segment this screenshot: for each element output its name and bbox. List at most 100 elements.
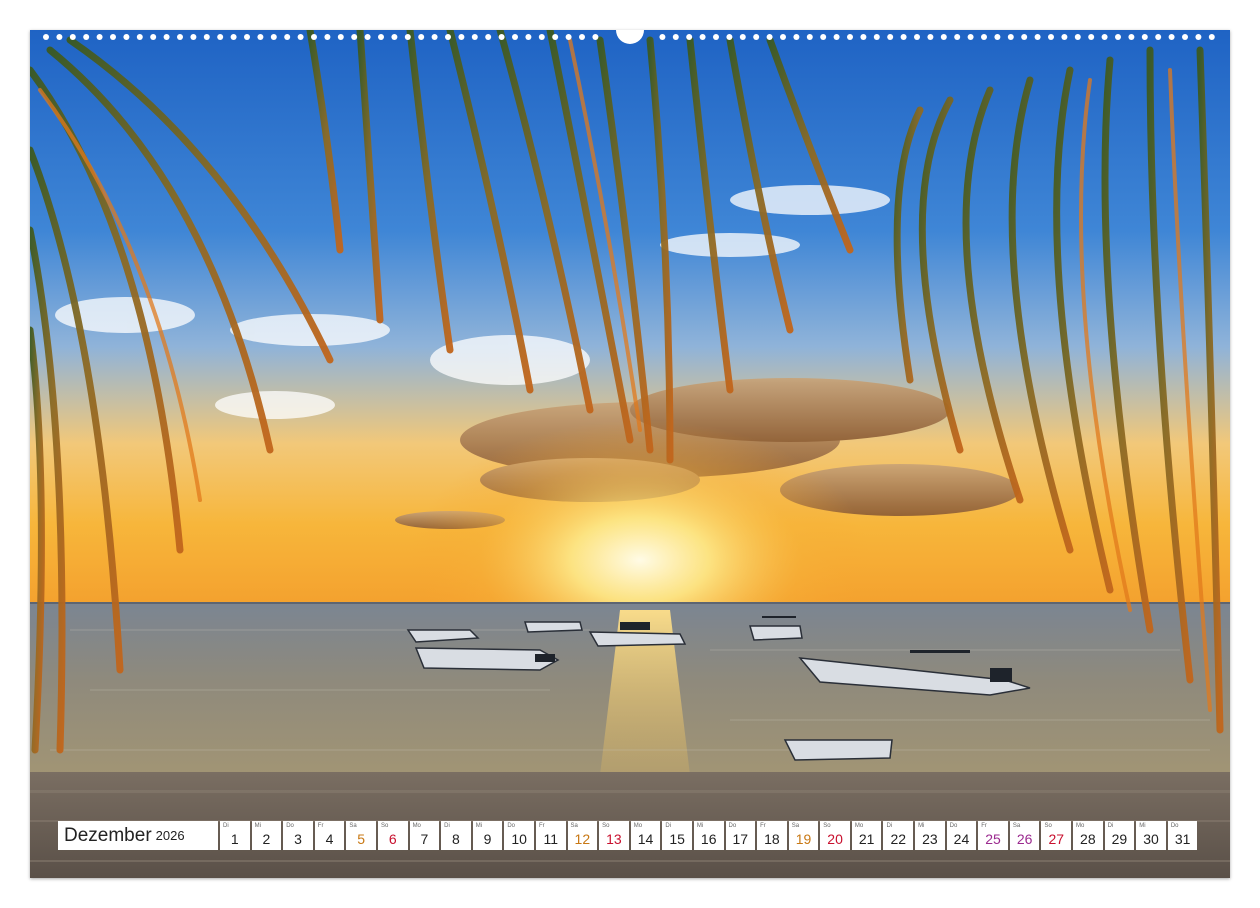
day-abbr: Fr (317, 823, 324, 829)
binding-hole (780, 34, 786, 40)
day-cell: Di 29 (1104, 821, 1135, 850)
day-cells: Di 1 Mi 2 Do 3 Fr 4 Sa 5 So 6 Mo 7 Di 8 Mi 9 Do 10 Fr 11 Sa 12 S… (220, 821, 1199, 850)
binding-hole (498, 34, 505, 40)
binding-hole (525, 34, 532, 40)
day-abbr: Di (665, 823, 671, 829)
binding-hole (43, 34, 49, 40)
day-cell: Mi 2 (251, 821, 282, 850)
binding-hole (1141, 34, 1148, 40)
day-cell: Di 15 (662, 821, 692, 850)
day-cell: Di 22 (883, 821, 914, 850)
binding-hole (136, 34, 143, 40)
binding-hole (538, 34, 545, 40)
day-cell: Mo 28 (1073, 821, 1103, 850)
binding-hole (96, 34, 103, 40)
day-number: 14 (637, 831, 654, 847)
day-number: 26 (1016, 831, 1033, 847)
day-number: 16 (700, 831, 717, 847)
binding-hole (726, 34, 733, 40)
binding-hole (1195, 34, 1202, 40)
day-number: 15 (669, 831, 685, 847)
day-number: 25 (985, 831, 1001, 847)
day-cell: Mi 30 (1136, 821, 1166, 850)
binding-hole (1034, 34, 1041, 40)
binding-hole (190, 34, 197, 40)
day-cell: So 13 (599, 821, 629, 850)
day-cell: Mi 9 (472, 821, 503, 850)
binding-hole (1088, 34, 1095, 40)
binding-hole (860, 34, 867, 40)
binding-hole (900, 34, 907, 40)
day-cell: Fr 18 (757, 821, 787, 850)
day-number: 27 (1048, 831, 1065, 847)
binding-hole (672, 34, 679, 40)
day-abbr: Mi (918, 823, 925, 829)
binding-hole (713, 34, 719, 40)
binding-hole (1115, 34, 1121, 40)
wire-binding (43, 30, 1215, 44)
binding-hole (404, 34, 411, 40)
day-cell: Sa 12 (567, 821, 598, 850)
binding-hole (445, 34, 451, 40)
binding-hole (1061, 34, 1068, 40)
binding-hole (337, 34, 344, 40)
binding-hole (284, 34, 291, 40)
day-abbr: Do (728, 823, 737, 829)
day-abbr: Mi (475, 823, 483, 829)
day-number: 9 (483, 831, 492, 847)
binding-hole (833, 34, 840, 40)
day-abbr: So (1044, 823, 1052, 829)
day-abbr: Di (1107, 823, 1114, 829)
binding-hole (270, 34, 277, 40)
day-cell: So 20 (820, 821, 850, 850)
day-number: 1 (230, 831, 239, 847)
binding-hole (203, 34, 210, 40)
binding-hole (485, 34, 492, 40)
binding-hole (914, 34, 920, 40)
day-number: 22 (890, 831, 907, 847)
day-cell: Do 31 (1167, 821, 1198, 850)
day-number: 3 (294, 831, 302, 847)
day-cell: Do 24 (946, 821, 977, 850)
binding-hole (766, 34, 773, 40)
day-abbr: Mi (696, 823, 704, 829)
binding-hole (177, 34, 183, 40)
day-cell: So 6 (377, 821, 408, 850)
binding-hole (954, 34, 961, 40)
day-number: 24 (953, 831, 970, 847)
day-cell: Mi 23 (915, 821, 945, 850)
binding-hole (994, 34, 1001, 40)
binding-hole (592, 34, 599, 40)
binding-hole (873, 34, 880, 40)
binding-hole (311, 34, 317, 40)
binding-hole (1155, 34, 1162, 40)
binding-hole (565, 34, 572, 40)
day-number: 21 (858, 831, 875, 847)
day-cell: Sa 26 (1009, 821, 1040, 850)
day-abbr: Mo (854, 823, 864, 829)
binding-hole (927, 34, 934, 40)
day-abbr: Mo (633, 823, 643, 829)
day-number: 18 (764, 831, 780, 847)
binding-hole (230, 34, 237, 40)
binding-hole (150, 34, 157, 40)
day-number: 2 (262, 831, 271, 847)
binding-hole (1101, 34, 1108, 40)
binding-hole (1182, 34, 1188, 40)
day-number: 7 (420, 831, 429, 847)
day-number: 10 (511, 831, 527, 847)
binding-hole (418, 34, 425, 40)
binding-hole (351, 34, 358, 40)
sunset-beach-photo (30, 30, 1230, 878)
day-abbr: So (380, 823, 389, 829)
day-cell: Di 8 (441, 821, 471, 850)
binding-hole (512, 34, 518, 40)
day-cell: Sa 5 (346, 821, 376, 850)
binding-hole (887, 34, 894, 40)
binding-hole (217, 34, 224, 40)
day-abbr: Sa (791, 823, 800, 829)
day-abbr: Sa (570, 823, 578, 829)
day-cell: Mo 21 (851, 821, 882, 850)
day-abbr: Di (223, 823, 229, 829)
binding-hole (793, 34, 800, 40)
